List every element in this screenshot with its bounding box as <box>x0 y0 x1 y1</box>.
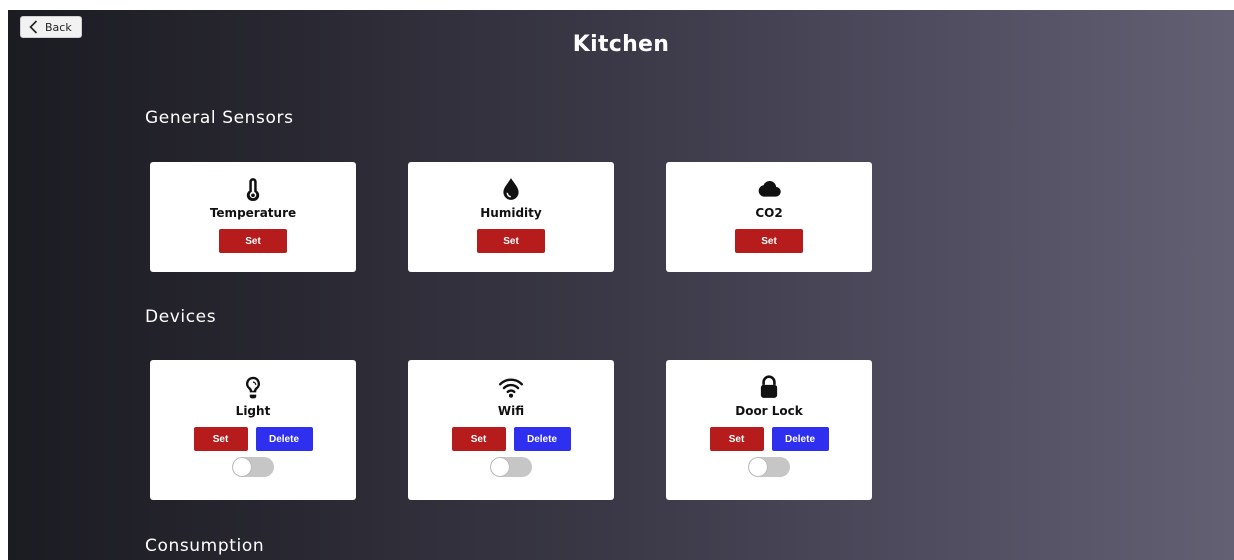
set-button[interactable]: Set <box>451 427 506 451</box>
sensor-label: Humidity <box>480 206 542 220</box>
section-title-general-sensors: General Sensors <box>145 108 294 128</box>
cloud-icon <box>756 176 782 202</box>
device-card-door-lock: Door Lock Set Delete <box>666 360 872 500</box>
set-button[interactable]: Set <box>477 229 545 253</box>
sensor-card-temperature: Temperature Set <box>150 162 356 272</box>
lock-icon <box>756 374 782 400</box>
thermometer-icon <box>240 176 266 202</box>
page-title: Kitchen <box>572 32 670 57</box>
delete-button[interactable]: Delete <box>513 427 571 451</box>
sensor-label: Temperature <box>209 206 297 220</box>
power-toggle[interactable] <box>748 457 790 477</box>
device-label: Door Lock <box>735 404 803 418</box>
delete-button[interactable]: Delete <box>771 427 829 451</box>
wifi-icon <box>498 374 524 400</box>
delete-button[interactable]: Delete <box>255 427 313 451</box>
droplet-icon <box>498 176 524 202</box>
device-card-wifi: Wifi Set Delete <box>408 360 614 500</box>
device-label: Light <box>235 404 271 418</box>
app-screen: Back Kitchen General Sensors Temperature… <box>8 10 1234 560</box>
device-card-light: Light Set Delete <box>150 360 356 500</box>
section-title-devices: Devices <box>145 307 217 327</box>
set-button[interactable]: Set <box>219 229 287 253</box>
set-button[interactable]: Set <box>709 427 764 451</box>
set-button[interactable]: Set <box>735 229 803 253</box>
device-label: Wifi <box>497 404 525 418</box>
toggle-knob <box>233 458 251 476</box>
power-toggle[interactable] <box>232 457 274 477</box>
power-toggle[interactable] <box>490 457 532 477</box>
lightbulb-icon <box>240 374 266 400</box>
sensor-card-humidity: Humidity Set <box>408 162 614 272</box>
toggle-knob <box>491 458 509 476</box>
toggle-knob <box>749 458 767 476</box>
section-title-consumption: Consumption <box>145 536 265 556</box>
set-button[interactable]: Set <box>193 427 248 451</box>
sensor-label: CO2 <box>755 206 783 220</box>
sensor-card-co2: CO2 Set <box>666 162 872 272</box>
